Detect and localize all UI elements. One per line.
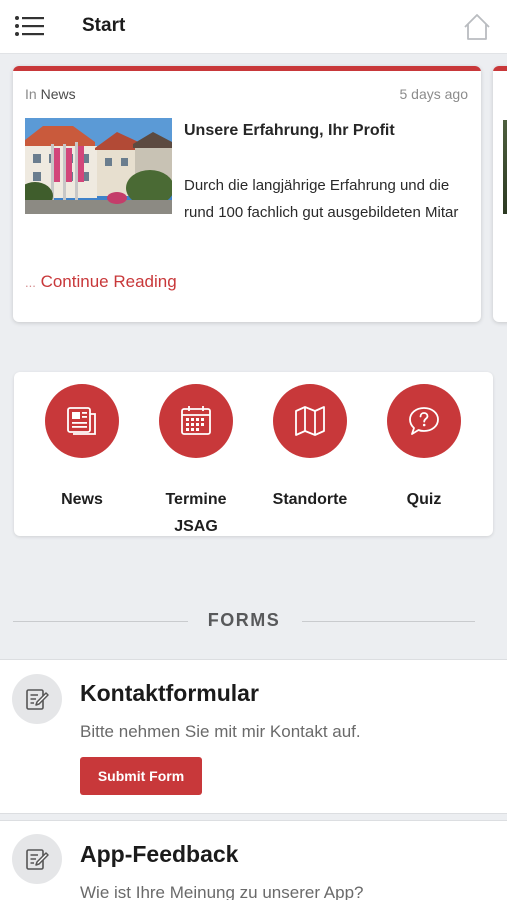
home-button[interactable]: [462, 12, 494, 44]
home-icon: [464, 14, 490, 40]
edit-form-icon: [26, 849, 49, 870]
quick-link-label: Quiz: [406, 491, 442, 508]
quick-link-news[interactable]: News: [25, 384, 139, 524]
card-timestamp: 5 days ago: [399, 86, 469, 102]
map-icon: [295, 406, 325, 436]
form-title: App-Feedback: [80, 841, 239, 867]
forms-section-header: FORMS: [13, 606, 475, 636]
card-accent-bar: [13, 66, 481, 71]
top-bar: Start: [0, 0, 507, 54]
quick-link-standorte[interactable]: Standorte: [253, 384, 367, 524]
quick-link-quiz[interactable]: Quiz: [367, 384, 481, 524]
divider: [302, 621, 475, 622]
news-excerpt: Durch die langjährige Erfahrung und die …: [184, 177, 459, 221]
quick-link-termine[interactable]: Termine JSAG: [139, 384, 253, 535]
list-menu-icon: [15, 16, 44, 36]
quick-links-panel: News Termine JSAG Standorte Quiz: [14, 372, 493, 536]
card-category: In News: [25, 86, 76, 102]
submit-form-button[interactable]: Submit Form: [80, 757, 202, 795]
form-card-feedback[interactable]: App-Feedback Wie ist Ihre Meinung zu uns…: [0, 820, 507, 900]
news-card[interactable]: In News 5 days ago Unsere Erfahrung, Ihr…: [13, 66, 481, 322]
form-title: Kontaktformular: [80, 680, 259, 706]
edit-form-icon: [26, 689, 49, 710]
quick-link-label: Standorte: [272, 491, 348, 508]
quick-link-label: Termine JSAG: [165, 491, 227, 535]
menu-button[interactable]: [14, 13, 50, 41]
form-description: Bitte nehmen Sie mit mir Kontakt auf.: [80, 722, 361, 741]
calendar-icon: [181, 406, 211, 435]
newspaper-icon: [67, 407, 96, 435]
next-news-card[interactable]: [493, 66, 507, 322]
page-title: Start: [82, 15, 126, 36]
news-carousel[interactable]: In News 5 days ago Unsere Erfahrung, Ihr…: [0, 64, 507, 332]
continue-reading-link[interactable]: ... Continue Reading: [25, 272, 177, 292]
form-description: Wie ist Ihre Meinung zu unserer App?: [80, 883, 364, 900]
quick-link-label: News: [61, 491, 103, 508]
question-bubble-icon: [409, 407, 439, 435]
news-headline[interactable]: Unsere Erfahrung, Ihr Profit: [184, 122, 395, 140]
form-card-kontakt[interactable]: Kontaktformular Bitte nehmen Sie mit mir…: [0, 659, 507, 814]
